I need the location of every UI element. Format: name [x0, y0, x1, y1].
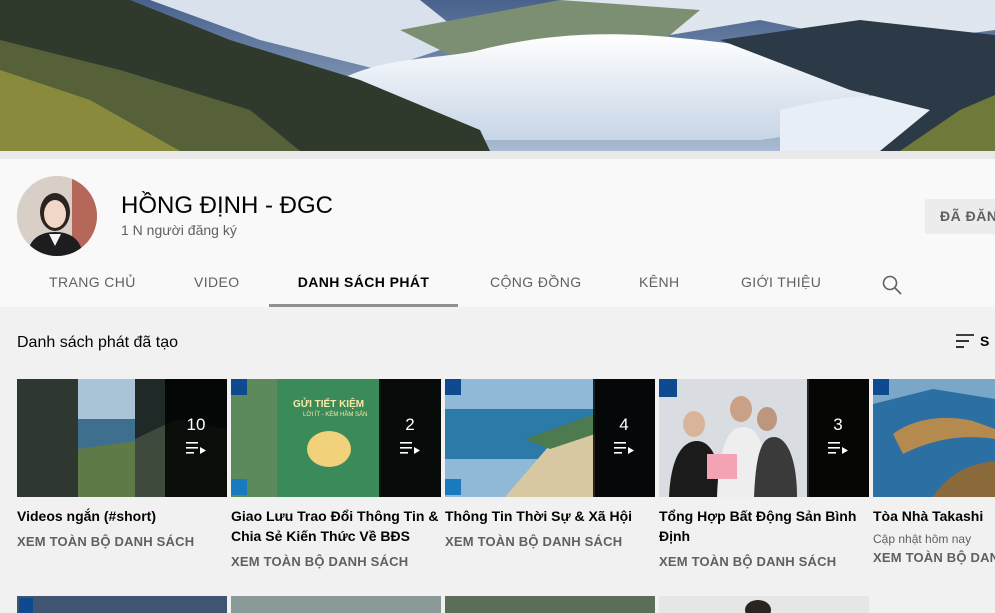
playlist-thumbnail-partial[interactable]	[231, 596, 441, 613]
tab-about[interactable]: GIỚI THIỆU	[741, 264, 821, 307]
view-full-playlist-link[interactable]: XEM TOÀN BỘ DANH	[873, 550, 995, 565]
playlist-thumbnail[interactable]: GỬI TIẾT KIỆM LỜI ÍT - KÈM HẦM SẢN 2	[231, 379, 441, 497]
playlist-thumbnail[interactable]: 4	[445, 379, 655, 497]
playlist-card: GỬI TIẾT KIỆM LỜI ÍT - KÈM HẦM SẢN 2 Gia…	[231, 379, 441, 569]
channel-name: HỒNG ĐỊNH - ĐGC	[121, 192, 333, 219]
playlist-thumbnail[interactable]	[873, 379, 995, 497]
playlist-card: 10 Videos ngắn (#short) XEM TOÀN BỘ DANH…	[17, 379, 227, 549]
playlist-title[interactable]: Giao Lưu Trao Đổi Thông Tin & Chia Sẻ Ki…	[231, 506, 441, 546]
video-count: 2	[405, 415, 415, 434]
playlist-thumbnail[interactable]: 10	[17, 379, 227, 497]
playlist-card: Tòa Nhà Takashi Cập nhật hôm nay XEM TOÀ…	[873, 379, 995, 565]
view-full-playlist-link[interactable]: XEM TOÀN BỘ DANH SÁCH	[231, 554, 441, 569]
thumbnail-subcaption: LỜI ÍT - KÈM HẦM SẢN	[303, 412, 368, 418]
thumbnail-image	[873, 379, 995, 497]
view-full-playlist-link[interactable]: XEM TOÀN BỘ DANH SÁCH	[17, 534, 227, 549]
video-count: 3	[833, 415, 843, 434]
section-title: Danh sách phát đã tạo	[17, 334, 179, 351]
playlist-count-overlay: 10	[165, 379, 227, 497]
playlist-count-overlay: 3	[807, 379, 869, 497]
tab-channels[interactable]: KÊNH	[639, 264, 679, 307]
channel-header: HỒNG ĐỊNH - ĐGC 1 N người đăng ký ĐÃ ĐĂN…	[0, 159, 995, 307]
sort-label: S	[980, 332, 990, 349]
playlist-title[interactable]: Tổng Hợp Bất Động Sản Bình Định	[659, 506, 869, 546]
playlist-play-icon	[186, 442, 206, 454]
view-full-playlist-link[interactable]: XEM TOÀN BỘ DANH SÁCH	[445, 534, 655, 549]
view-full-playlist-link[interactable]: XEM TOÀN BỘ DANH SÁCH	[659, 554, 869, 569]
video-count: 10	[186, 415, 206, 434]
search-icon[interactable]	[881, 274, 903, 296]
mountain-landscape-image	[0, 0, 995, 151]
thumbnail-person-image	[745, 600, 771, 613]
thumbnail-logo-icon	[19, 598, 33, 613]
banner-divider	[0, 151, 995, 159]
playlist-card: 3 Tổng Hợp Bất Động Sản Bình Định XEM TO…	[659, 379, 869, 569]
playlist-thumbnail-partial[interactable]	[659, 596, 869, 613]
tab-videos[interactable]: VIDEO	[194, 264, 239, 307]
playlist-play-icon	[400, 442, 420, 454]
video-count: 4	[619, 415, 629, 434]
channel-tabs: TRANG CHỦ VIDEO DANH SÁCH PHÁT CỘNG ĐỒNG…	[0, 264, 995, 307]
playlist-thumbnail[interactable]: 3	[659, 379, 869, 497]
tab-playlists[interactable]: DANH SÁCH PHÁT	[269, 264, 458, 307]
avatar-portrait-image	[17, 176, 97, 256]
playlist-thumbnail-partial[interactable]	[17, 596, 227, 613]
tab-community[interactable]: CỘNG ĐỒNG	[490, 264, 581, 307]
playlist-title[interactable]: Tòa Nhà Takashi	[873, 506, 995, 526]
thumbnail-caption: GỬI TIẾT KIỆM	[293, 399, 365, 410]
subscriber-count: 1 N người đăng ký	[121, 222, 237, 238]
sort-icon	[956, 333, 974, 348]
channel-banner	[0, 0, 995, 151]
sort-button[interactable]: S	[955, 332, 989, 354]
playlist-count-overlay: 4	[593, 379, 655, 497]
playlist-play-icon	[828, 442, 848, 454]
playlist-updated: Cập nhật hôm nay	[873, 532, 972, 546]
playlist-count-overlay: 2	[379, 379, 441, 497]
channel-avatar[interactable]	[17, 176, 97, 256]
playlists-section: Danh sách phát đã tạo S 10 Videos ngắn (…	[0, 307, 995, 613]
playlist-thumbnail-partial[interactable]	[445, 596, 655, 613]
subscribed-button[interactable]: ĐÃ ĐĂNG	[925, 199, 995, 234]
playlist-play-icon	[614, 442, 634, 454]
playlist-title[interactable]: Videos ngắn (#short)	[17, 506, 227, 526]
tab-home[interactable]: TRANG CHỦ	[49, 264, 135, 307]
playlist-title[interactable]: Thông Tin Thời Sự & Xã Hội	[445, 506, 655, 526]
playlist-card: 4 Thông Tin Thời Sự & Xã Hội XEM TOÀN BỘ…	[445, 379, 655, 549]
